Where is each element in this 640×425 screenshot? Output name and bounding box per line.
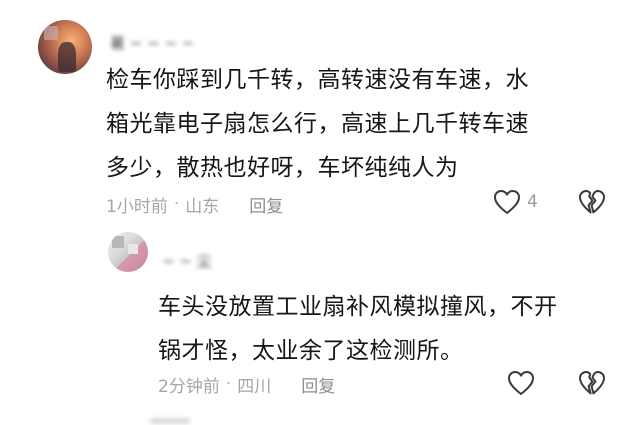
meta-separator: ·	[225, 374, 232, 394]
comment-line: 车头没放置工业扇补风模拟撞风，不开	[158, 294, 558, 320]
comment-location: 山东	[185, 196, 220, 217]
like-count: 4	[527, 192, 538, 212]
comment-location: 四川	[237, 376, 272, 397]
avatar[interactable]	[108, 232, 148, 272]
like-button[interactable]	[506, 369, 541, 397]
meta-separator: ·	[173, 194, 180, 214]
reply-button[interactable]: 回复	[301, 372, 335, 397]
comment-line: 箱光靠电子扇怎么行，高速上几千转车速	[106, 111, 529, 137]
heart-outline-icon	[492, 188, 522, 216]
comment-line: 锅才怪，太业余了这检测所。	[158, 338, 464, 364]
dislike-button[interactable]	[577, 369, 607, 397]
comment-text: 车头没放置工业扇补风模拟撞风，不开 锅才怪，太业余了这检测所。	[158, 285, 628, 373]
broken-heart-icon	[577, 188, 607, 216]
username[interactable]: ~ ~ 尘	[162, 250, 212, 271]
comment-line: 检车你踩到几千转，高转速没有车速，水	[106, 67, 529, 93]
comment-text: 检车你踩到几千转，高转速没有车速，水 箱光靠电子扇怎么行，高速上几千转车速 多少…	[106, 58, 606, 190]
like-button[interactable]: 4	[492, 188, 538, 216]
heart-outline-icon	[506, 369, 536, 397]
comment-time: 2分钟前	[158, 376, 220, 397]
username[interactable]: 暑 ~ ~ ~ ~	[110, 32, 194, 53]
dislike-button[interactable]	[577, 188, 607, 216]
comment-line: 多少，散热也好呀，车坏纯纯人为	[106, 155, 459, 181]
comment-meta: 1小时前 · 山东 回复	[106, 192, 283, 217]
comment-meta: 2分钟前 · 四川 回复	[158, 372, 335, 397]
comment-time: 1小时前	[106, 196, 168, 217]
reply-button[interactable]: 回复	[249, 192, 283, 217]
broken-heart-icon	[577, 369, 607, 397]
next-comment-partial	[150, 418, 190, 424]
comment-thread: 暑 ~ ~ ~ ~ 检车你踩到几千转，高转速没有车速，水 箱光靠电子扇怎么行，高…	[0, 0, 640, 425]
avatar[interactable]	[38, 20, 92, 74]
